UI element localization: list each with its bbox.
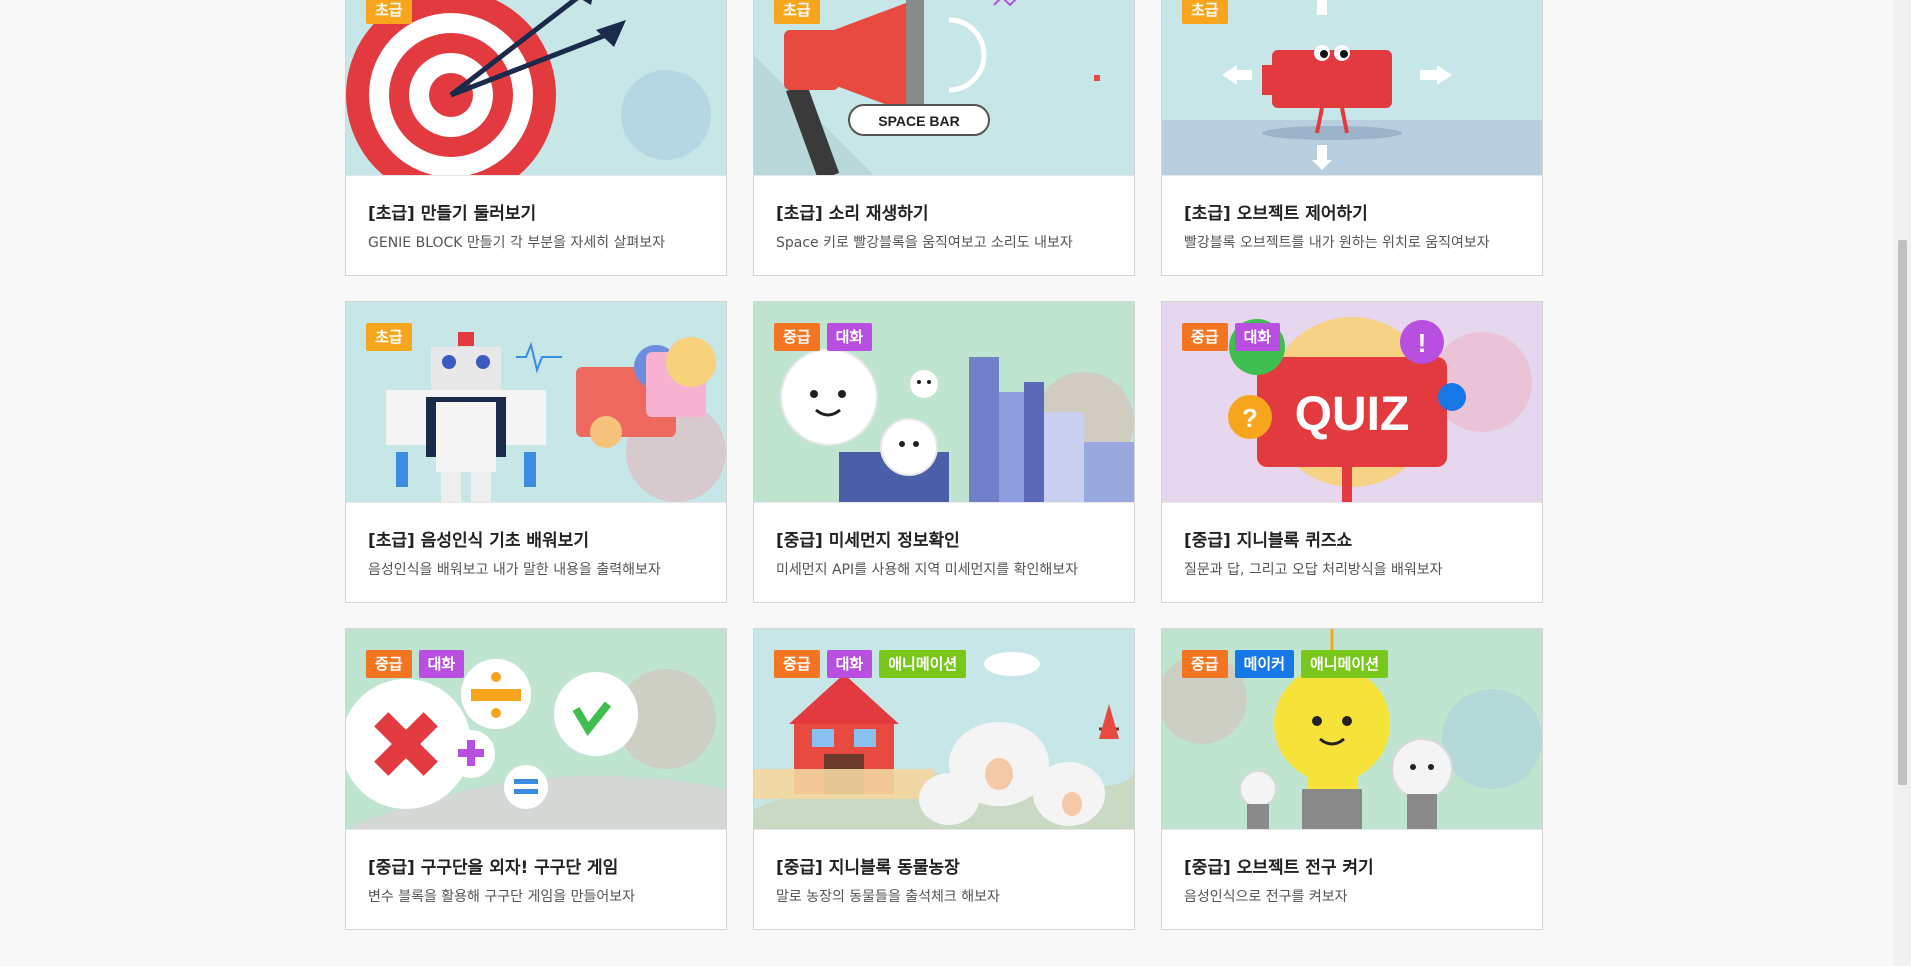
course-description: 빨강블록 오브젝트를 내가 원하는 위치로 움직여보자 — [1184, 235, 1490, 251]
course-description: GENIE BLOCK 만들기 각 부분을 자세히 살펴보자 — [368, 235, 666, 251]
quiz-label: QUIZ — [1295, 388, 1410, 441]
category-tag: 메이커 — [1234, 650, 1295, 678]
category-tag: 대화 — [418, 650, 465, 678]
category-tag: 대화 — [826, 323, 873, 351]
course-description: 변수 블록을 활용해 구구단 게임을 만들어보자 — [368, 889, 635, 905]
course-title: [초급] 소리 재생하기 — [776, 204, 929, 224]
tag-list: 중급 대화 — [366, 650, 465, 678]
level-tag: 초급 — [366, 323, 412, 351]
level-tag: 초급 — [366, 0, 412, 24]
space-bar-label: SPACE BAR — [878, 113, 959, 129]
course-description: Space 키로 빨강블록을 움직여보고 소리도 내보자 — [776, 235, 1073, 251]
course-title: [초급] 오브젝트 제어하기 — [1184, 204, 1368, 224]
svg-text:?: ? — [1242, 403, 1258, 433]
tag-list: 초급 — [366, 323, 412, 351]
course-title: [중급] 지니블록 퀴즈쇼 — [1184, 531, 1353, 551]
course-title: [중급] 미세먼지 정보확인 — [776, 531, 960, 551]
tag-list: 중급 메이커 애니메이션 — [1182, 650, 1389, 678]
scrollbar-thumb[interactable] — [1898, 240, 1907, 785]
vertical-scrollbar[interactable] — [1894, 0, 1911, 966]
level-tag: 중급 — [1182, 650, 1228, 678]
red-block-character-illustration — [1162, 0, 1542, 175]
svg-text:!: ! — [1418, 328, 1427, 358]
course-card-8[interactable]: 중급 대화 애니메이션 [중급] 지니블록 동물농장 말로 농장의 동물들을 출… — [753, 628, 1135, 930]
course-title: [중급] 지니블록 동물농장 — [776, 858, 960, 878]
tag-list: 중급 대화 — [774, 323, 873, 351]
course-title: [초급] 만들기 둘러보기 — [368, 204, 537, 224]
course-description: 미세먼지 API를 사용해 지역 미세먼지를 확인해보자 — [776, 562, 1078, 578]
megaphone-illustration: SPACE BAR — [754, 0, 1134, 175]
course-card-3[interactable]: 초급 [초급] 오브젝트 제어하기 빨강블록 오브젝트를 내가 원하는 위치로 … — [1161, 0, 1543, 276]
tag-list: 초급 — [1182, 0, 1228, 24]
category-tag: 대화 — [1234, 323, 1281, 351]
course-card-4[interactable]: 초급 [초급] 음성인식 기초 배워보기 음성인식을 배워보고 내가 말한 내용… — [345, 301, 727, 603]
tag-list: 중급 대화 애니메이션 — [774, 650, 967, 678]
tag-list: 초급 — [774, 0, 820, 24]
tag-list: 초급 — [366, 0, 412, 24]
course-description: 음성인식을 배워보고 내가 말한 내용을 출력해보자 — [368, 562, 661, 578]
course-card-6[interactable]: QUIZ ! ? 중급 대화 [중급] 지니블록 퀴즈쇼 질문과 답, 그리고 … — [1161, 301, 1543, 603]
course-title: [초급] 음성인식 기초 배워보기 — [368, 531, 589, 551]
category-tag: 대화 — [826, 650, 873, 678]
level-tag: 초급 — [1182, 0, 1228, 24]
course-card-9[interactable]: 중급 메이커 애니메이션 [중급] 오브젝트 전구 켜기 음성인식으로 전구를 … — [1161, 628, 1543, 930]
course-description: 음성인식으로 전구를 켜보자 — [1184, 889, 1348, 905]
course-card-2[interactable]: SPACE BAR 초급 [초급] 소리 재생하기 Space 키로 빨강블록을… — [753, 0, 1135, 276]
course-title: [중급] 오브젝트 전구 켜기 — [1184, 858, 1374, 878]
course-card-5[interactable]: 중급 대화 [중급] 미세먼지 정보확인 미세먼지 API를 사용해 지역 미세… — [753, 301, 1135, 603]
course-card-1[interactable]: 초급 [초급] 만들기 둘러보기 GENIE BLOCK 만들기 각 부분을 자… — [345, 0, 727, 276]
course-description: 질문과 답, 그리고 오답 처리방식을 배워보자 — [1184, 562, 1443, 578]
level-tag: 중급 — [774, 323, 820, 351]
course-card-7[interactable]: 중급 대화 [중급] 구구단을 외자! 구구단 게임 변수 블록을 활용해 구구… — [345, 628, 727, 930]
level-tag: 초급 — [774, 0, 820, 24]
course-title: [중급] 구구단을 외자! 구구단 게임 — [368, 858, 619, 878]
category-tag: 애니메이션 — [1301, 650, 1389, 678]
target-arrows-illustration — [346, 0, 726, 175]
course-description: 말로 농장의 동물들을 출석체크 해보자 — [776, 889, 1000, 905]
level-tag: 중급 — [774, 650, 820, 678]
level-tag: 중급 — [366, 650, 412, 678]
level-tag: 중급 — [1182, 323, 1228, 351]
tag-list: 중급 대화 — [1182, 323, 1281, 351]
category-tag: 애니메이션 — [879, 650, 967, 678]
